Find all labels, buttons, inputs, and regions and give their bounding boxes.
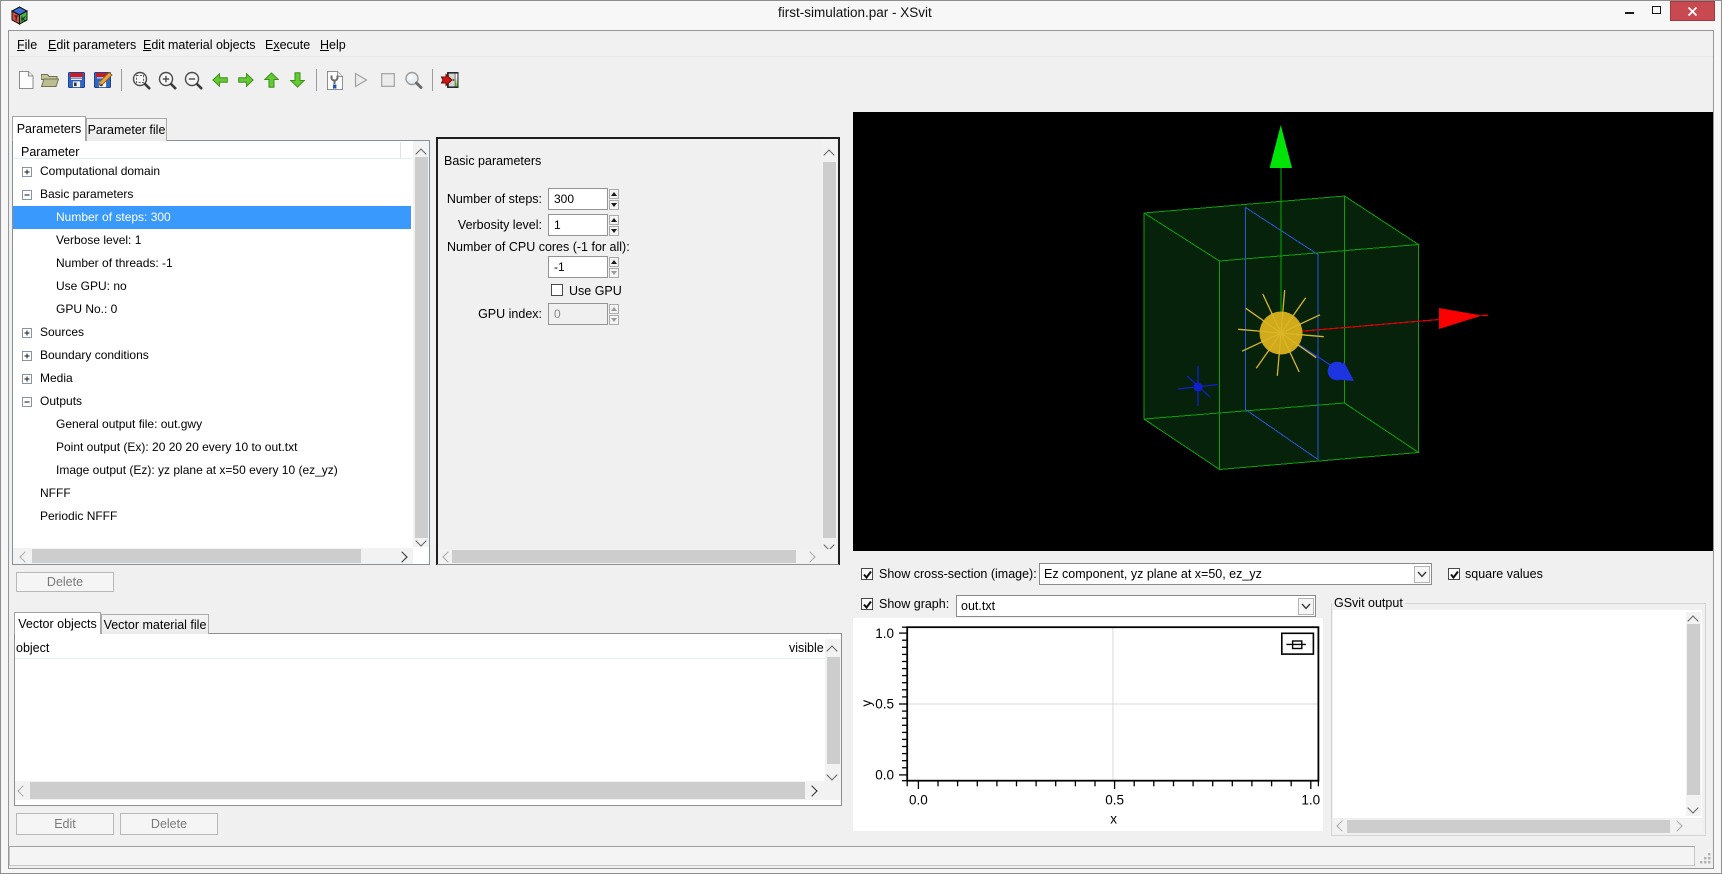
svg-text:1.0: 1.0 (1301, 793, 1320, 808)
svg-text:y: y (859, 700, 874, 707)
svg-text:0.5: 0.5 (1105, 793, 1124, 808)
svg-text:0.5: 0.5 (875, 697, 894, 712)
svg-text:0.0: 0.0 (909, 793, 928, 808)
svg-text:0.0: 0.0 (875, 768, 894, 783)
svg-text:T: T (14, 16, 19, 23)
svg-text:1.0: 1.0 (875, 626, 894, 641)
svg-text:x: x (1110, 812, 1117, 827)
svg-text:K: K (21, 17, 26, 24)
